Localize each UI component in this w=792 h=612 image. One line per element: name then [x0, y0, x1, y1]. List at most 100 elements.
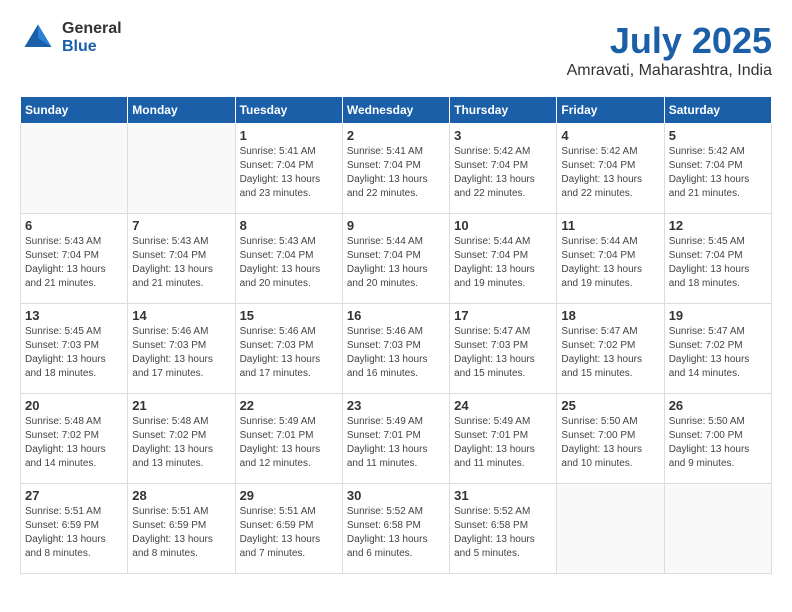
day-info: Sunrise: 5:44 AM Sunset: 7:04 PM Dayligh…: [454, 235, 552, 291]
day-info: Sunrise: 5:41 AM Sunset: 7:04 PM Dayligh…: [240, 145, 338, 201]
calendar-header-row: SundayMondayTuesdayWednesdayThursdayFrid…: [21, 97, 772, 124]
calendar-week-row: 1 Sunrise: 5:41 AM Sunset: 7:04 PM Daylig…: [21, 124, 772, 214]
calendar-day-cell: 19Sunrise: 5:47 AM Sunset: 7:02 PM Dayli…: [664, 304, 771, 394]
day-info: Sunrise: 5:44 AM Sunset: 7:04 PM Dayligh…: [561, 235, 659, 291]
calendar-day-cell: [128, 124, 235, 214]
day-number: 26: [669, 398, 767, 413]
day-info: Sunrise: 5:46 AM Sunset: 7:03 PM Dayligh…: [240, 325, 338, 381]
day-info: Sunrise: 5:42 AM Sunset: 7:04 PM Dayligh…: [561, 145, 659, 201]
day-info: Sunrise: 5:45 AM Sunset: 7:03 PM Dayligh…: [25, 325, 123, 381]
calendar-day-cell: [21, 124, 128, 214]
day-number: 22: [240, 398, 338, 413]
day-number: 25: [561, 398, 659, 413]
day-number: 8: [240, 218, 338, 233]
day-of-week-header: Tuesday: [235, 97, 342, 124]
day-number: 10: [454, 218, 552, 233]
day-of-week-header: Friday: [557, 97, 664, 124]
calendar-day-cell: 9 Sunrise: 5:44 AM Sunset: 7:04 PM Daylig…: [342, 214, 449, 304]
day-number: 29: [240, 488, 338, 503]
day-number: 5: [669, 128, 767, 143]
day-info: Sunrise: 5:50 AM Sunset: 7:00 PM Dayligh…: [561, 415, 659, 471]
day-of-week-header: Saturday: [664, 97, 771, 124]
calendar-day-cell: 11 Sunrise: 5:44 AM Sunset: 7:04 PM Dayli…: [557, 214, 664, 304]
calendar-day-cell: 18 Sunrise: 5:47 AM Sunset: 7:02 PM Dayli…: [557, 304, 664, 394]
day-number: 4: [561, 128, 659, 143]
day-info: Sunrise: 5:47 AM Sunset: 7:03 PM Dayligh…: [454, 325, 552, 381]
day-info: Sunrise: 5:49 AM Sunset: 7:01 PM Dayligh…: [347, 415, 445, 471]
day-info: Sunrise: 5:46 AM Sunset: 7:03 PM Dayligh…: [347, 325, 445, 381]
calendar-week-row: 6 Sunrise: 5:43 AM Sunset: 7:04 PM Daylig…: [21, 214, 772, 304]
day-info: Sunrise: 5:51 AM Sunset: 6:59 PM Dayligh…: [240, 505, 338, 561]
calendar-day-cell: 24 Sunrise: 5:49 AM Sunset: 7:01 PM Dayli…: [450, 394, 557, 484]
calendar-day-cell: 8 Sunrise: 5:43 AM Sunset: 7:04 PM Daylig…: [235, 214, 342, 304]
day-number: 24: [454, 398, 552, 413]
calendar-week-row: 27 Sunrise: 5:51 AM Sunset: 6:59 PM Dayli…: [21, 484, 772, 574]
calendar-day-cell: 10 Sunrise: 5:44 AM Sunset: 7:04 PM Dayli…: [450, 214, 557, 304]
calendar-day-cell: 26 Sunrise: 5:50 AM Sunset: 7:00 PM Dayli…: [664, 394, 771, 484]
day-info: Sunrise: 5:51 AM Sunset: 6:59 PM Dayligh…: [132, 505, 230, 561]
calendar-day-cell: 5 Sunrise: 5:42 AM Sunset: 7:04 PM Daylig…: [664, 124, 771, 214]
day-number: 14: [132, 308, 230, 323]
calendar-week-row: 20 Sunrise: 5:48 AM Sunset: 7:02 PM Dayli…: [21, 394, 772, 484]
day-number: 7: [132, 218, 230, 233]
calendar-day-cell: 23 Sunrise: 5:49 AM Sunset: 7:01 PM Dayli…: [342, 394, 449, 484]
day-number: 11: [561, 218, 659, 233]
calendar-day-cell: 15 Sunrise: 5:46 AM Sunset: 7:03 PM Dayli…: [235, 304, 342, 394]
day-info: Sunrise: 5:49 AM Sunset: 7:01 PM Dayligh…: [240, 415, 338, 471]
calendar-day-cell: 27Sunrise: 5:51 AM Sunset: 6:59 PM Dayli…: [21, 484, 128, 574]
day-info: Sunrise: 5:50 AM Sunset: 7:00 PM Dayligh…: [669, 415, 767, 471]
calendar-day-cell: 4 Sunrise: 5:42 AM Sunset: 7:04 PM Daylig…: [557, 124, 664, 214]
calendar-day-cell: 3Sunrise: 5:42 AM Sunset: 7:04 PM Daylig…: [450, 124, 557, 214]
calendar-week-row: 13Sunrise: 5:45 AM Sunset: 7:03 PM Dayli…: [21, 304, 772, 394]
day-number: 31: [454, 488, 552, 503]
day-info: Sunrise: 5:43 AM Sunset: 7:04 PM Dayligh…: [132, 235, 230, 291]
calendar-day-cell: 25 Sunrise: 5:50 AM Sunset: 7:00 PM Dayli…: [557, 394, 664, 484]
day-number: 9: [347, 218, 445, 233]
day-number: 23: [347, 398, 445, 413]
day-info: Sunrise: 5:47 AM Sunset: 7:02 PM Dayligh…: [669, 325, 767, 381]
day-number: 15: [240, 308, 338, 323]
calendar-day-cell: 12 Sunrise: 5:45 AM Sunset: 7:04 PM Dayli…: [664, 214, 771, 304]
header: General Blue July 2025 Amravati, Maharas…: [20, 20, 772, 80]
calendar-table: SundayMondayTuesdayWednesdayThursdayFrid…: [20, 96, 772, 574]
day-info: Sunrise: 5:43 AM Sunset: 7:04 PM Dayligh…: [240, 235, 338, 291]
calendar-day-cell: 20 Sunrise: 5:48 AM Sunset: 7:02 PM Dayli…: [21, 394, 128, 484]
day-of-week-header: Thursday: [450, 97, 557, 124]
day-number: 18: [561, 308, 659, 323]
day-number: 17: [454, 308, 552, 323]
day-of-week-header: Sunday: [21, 97, 128, 124]
day-info: Sunrise: 5:42 AM Sunset: 7:04 PM Dayligh…: [454, 145, 552, 201]
day-info: Sunrise: 5:46 AM Sunset: 7:03 PM Dayligh…: [132, 325, 230, 381]
day-number: 6: [25, 218, 123, 233]
day-info: Sunrise: 5:42 AM Sunset: 7:04 PM Dayligh…: [669, 145, 767, 201]
location-subtitle: Amravati, Maharashtra, India: [567, 62, 772, 80]
logo-text: General Blue: [62, 20, 122, 55]
calendar-day-cell: 6 Sunrise: 5:43 AM Sunset: 7:04 PM Daylig…: [21, 214, 128, 304]
month-year-title: July 2025: [567, 20, 772, 62]
calendar-day-cell: 16Sunrise: 5:46 AM Sunset: 7:03 PM Dayli…: [342, 304, 449, 394]
day-number: 28: [132, 488, 230, 503]
day-number: 20: [25, 398, 123, 413]
day-info: Sunrise: 5:48 AM Sunset: 7:02 PM Dayligh…: [25, 415, 123, 471]
logo-icon: [20, 20, 56, 56]
day-info: Sunrise: 5:52 AM Sunset: 6:58 PM Dayligh…: [347, 505, 445, 561]
calendar-day-cell: 21 Sunrise: 5:48 AM Sunset: 7:02 PM Dayli…: [128, 394, 235, 484]
day-info: Sunrise: 5:45 AM Sunset: 7:04 PM Dayligh…: [669, 235, 767, 291]
day-info: Sunrise: 5:41 AM Sunset: 7:04 PM Dayligh…: [347, 145, 445, 201]
day-info: Sunrise: 5:47 AM Sunset: 7:02 PM Dayligh…: [561, 325, 659, 381]
logo-general-label: General: [62, 20, 122, 38]
logo-blue-label: Blue: [62, 38, 122, 56]
day-info: Sunrise: 5:43 AM Sunset: 7:04 PM Dayligh…: [25, 235, 123, 291]
day-info: Sunrise: 5:44 AM Sunset: 7:04 PM Dayligh…: [347, 235, 445, 291]
calendar-day-cell: 30Sunrise: 5:52 AM Sunset: 6:58 PM Dayli…: [342, 484, 449, 574]
calendar-day-cell: 17 Sunrise: 5:47 AM Sunset: 7:03 PM Dayli…: [450, 304, 557, 394]
day-of-week-header: Monday: [128, 97, 235, 124]
calendar-day-cell: 28 Sunrise: 5:51 AM Sunset: 6:59 PM Dayli…: [128, 484, 235, 574]
day-info: Sunrise: 5:48 AM Sunset: 7:02 PM Dayligh…: [132, 415, 230, 471]
calendar-day-cell: 14 Sunrise: 5:46 AM Sunset: 7:03 PM Dayli…: [128, 304, 235, 394]
day-number: 27: [25, 488, 123, 503]
day-number: 21: [132, 398, 230, 413]
day-info: Sunrise: 5:49 AM Sunset: 7:01 PM Dayligh…: [454, 415, 552, 471]
day-number: 1: [240, 128, 338, 143]
day-number: 12: [669, 218, 767, 233]
